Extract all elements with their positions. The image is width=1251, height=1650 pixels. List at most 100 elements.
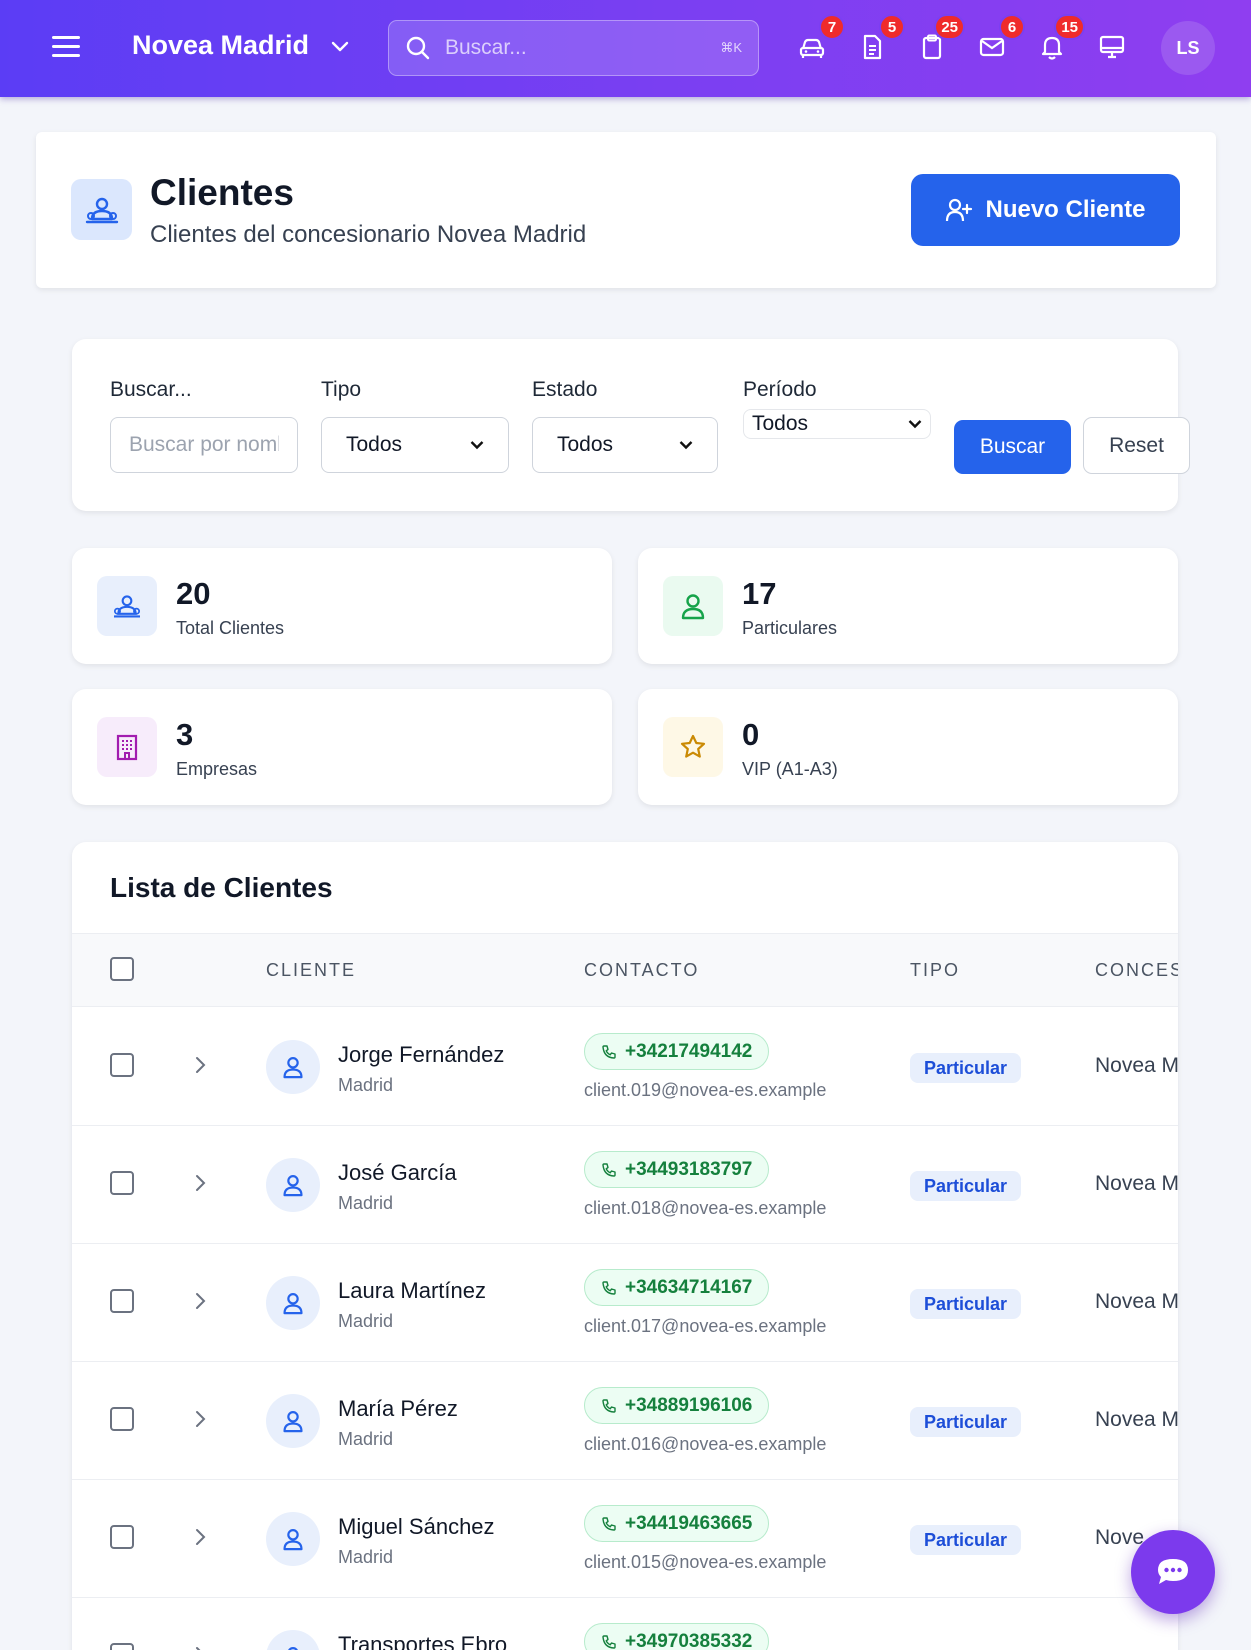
table-row[interactable]: Laura Martínez Madrid +34634714167 clien… xyxy=(72,1244,1178,1362)
phone-link[interactable]: +34217494142 xyxy=(584,1033,770,1070)
client-city: Madrid xyxy=(338,1429,394,1449)
notification-badge: 15 xyxy=(1054,14,1085,40)
users-icon xyxy=(85,197,118,223)
user-avatar[interactable]: LS xyxy=(1161,21,1215,75)
column-header-cliente[interactable]: CLIENTE xyxy=(266,960,356,981)
client-search-input[interactable] xyxy=(110,417,298,473)
vehicles-button[interactable]: 7 xyxy=(797,14,845,64)
chevron-right-icon[interactable] xyxy=(190,1055,210,1075)
client-name[interactable]: Transportes Ebro xyxy=(338,1632,507,1650)
stat-icon-box xyxy=(663,717,723,777)
global-search-input[interactable] xyxy=(445,36,705,60)
client-name[interactable]: María Pérez xyxy=(338,1396,458,1422)
row-checkbox[interactable] xyxy=(110,1407,134,1431)
column-header-tipo[interactable]: TIPO xyxy=(910,960,960,981)
phone-number: +34889196106 xyxy=(625,1394,753,1416)
select-all-checkbox[interactable] xyxy=(110,957,134,981)
new-client-button[interactable]: Nuevo Cliente xyxy=(911,174,1180,246)
search-shortcut: ⌘K xyxy=(720,40,742,55)
search-button[interactable]: Buscar xyxy=(954,420,1071,474)
row-checkbox[interactable] xyxy=(110,1289,134,1313)
brand-name: Novea Madrid xyxy=(132,30,310,60)
messages-button[interactable]: 6 xyxy=(977,14,1025,64)
avatar xyxy=(266,1276,320,1330)
table-title: Lista de Clientes xyxy=(110,872,333,903)
menu-icon[interactable] xyxy=(52,36,80,58)
client-name[interactable]: Laura Martínez xyxy=(338,1278,486,1304)
row-checkbox[interactable] xyxy=(110,1525,134,1549)
column-header-contacto[interactable]: CONTACTO xyxy=(584,960,699,981)
stat-card-empresas: 3 Empresas xyxy=(72,689,612,805)
phone-icon xyxy=(602,1516,616,1531)
tasks-button[interactable]: 25 xyxy=(917,14,965,64)
client-name[interactable]: José García xyxy=(338,1160,457,1186)
phone-link[interactable]: +34889196106 xyxy=(584,1387,770,1424)
client-email[interactable]: client.018@novea-es.example xyxy=(584,1198,826,1219)
chevron-down-icon xyxy=(331,41,349,51)
notification-badge: 5 xyxy=(879,14,905,40)
notification-badge: 7 xyxy=(819,14,845,40)
stat-label: Particulares xyxy=(742,618,838,638)
tipo-badge: Particular xyxy=(910,1053,1022,1083)
display-button[interactable] xyxy=(1097,32,1129,64)
stat-icon-box xyxy=(97,576,157,636)
users-icon xyxy=(114,595,140,618)
client-email[interactable]: client.015@novea-es.example xyxy=(584,1552,826,1573)
user-icon xyxy=(283,1293,303,1315)
client-name[interactable]: Miguel Sánchez xyxy=(338,1514,495,1540)
estado-filter-label: Estado xyxy=(532,378,598,401)
avatar xyxy=(266,1040,320,1094)
chevron-right-icon[interactable] xyxy=(190,1645,210,1650)
row-checkbox[interactable] xyxy=(110,1171,134,1195)
reset-button[interactable]: Reset xyxy=(1083,417,1190,474)
star-icon xyxy=(680,734,706,758)
dealership-selector[interactable]: Novea Madrid xyxy=(132,30,349,61)
column-header-concesionario[interactable]: CONCES xyxy=(1095,960,1178,981)
chevron-right-icon[interactable] xyxy=(190,1527,210,1547)
avatar xyxy=(266,1394,320,1448)
client-email[interactable]: client.017@novea-es.example xyxy=(584,1316,826,1337)
global-search[interactable]: ⌘K xyxy=(388,20,759,76)
tipo-select[interactable]: Todos xyxy=(321,417,509,473)
chevron-right-icon[interactable] xyxy=(190,1291,210,1311)
phone-link[interactable]: +34970385332 xyxy=(584,1623,770,1650)
filter-panel: Buscar... Tipo Todos Estado Todos Períod… xyxy=(72,339,1190,511)
tipo-filter-label: Tipo xyxy=(321,378,362,401)
header-icon-box xyxy=(71,179,132,240)
client-email[interactable]: client.016@novea-es.example xyxy=(584,1434,826,1455)
notification-badge: 6 xyxy=(999,14,1025,40)
dealership-name: Novea M xyxy=(1095,1172,1178,1195)
row-checkbox[interactable] xyxy=(110,1643,134,1650)
chevron-down-icon xyxy=(679,441,693,450)
table-row[interactable]: María Pérez Madrid +34889196106 client.0… xyxy=(72,1362,1178,1480)
page-title: Clientes xyxy=(150,172,294,213)
phone-link[interactable]: +34419463665 xyxy=(584,1505,770,1542)
periodo-select-value: Todos xyxy=(752,412,809,435)
client-city: Madrid xyxy=(338,1547,394,1567)
client-city: Madrid xyxy=(338,1311,394,1331)
phone-link[interactable]: +34634714167 xyxy=(584,1269,770,1306)
phone-number: +34493183797 xyxy=(625,1158,753,1180)
row-checkbox[interactable] xyxy=(110,1053,134,1077)
documents-button[interactable]: 5 xyxy=(857,14,905,64)
avatar xyxy=(266,1158,320,1212)
table-row[interactable]: Jorge Fernández Madrid +34217494142 clie… xyxy=(72,1008,1178,1126)
table-row[interactable]: José García Madrid +34493183797 client.0… xyxy=(72,1126,1178,1244)
periodo-select[interactable]: Todos xyxy=(743,409,931,439)
periodo-filter-label: Período xyxy=(743,378,817,401)
table-row[interactable]: Miguel Sánchez Madrid +34419463665 clien… xyxy=(72,1480,1178,1598)
notifications-button[interactable]: 15 xyxy=(1037,14,1085,64)
avatar xyxy=(266,1630,320,1650)
phone-link[interactable]: +34493183797 xyxy=(584,1151,770,1188)
client-name[interactable]: Jorge Fernández xyxy=(338,1042,504,1068)
chevron-right-icon[interactable] xyxy=(190,1173,210,1193)
phone-icon xyxy=(602,1280,616,1295)
search-icon xyxy=(406,36,430,60)
chat-button[interactable] xyxy=(1131,1530,1215,1614)
tipo-badge: Particular xyxy=(910,1289,1022,1319)
chevron-right-icon[interactable] xyxy=(190,1409,210,1429)
estado-select[interactable]: Todos xyxy=(532,417,718,473)
client-email[interactable]: client.019@novea-es.example xyxy=(584,1080,826,1101)
table-row[interactable]: Transportes Ebro +34970385332 xyxy=(72,1598,1178,1650)
dealership-name: Novea M xyxy=(1095,1290,1178,1313)
